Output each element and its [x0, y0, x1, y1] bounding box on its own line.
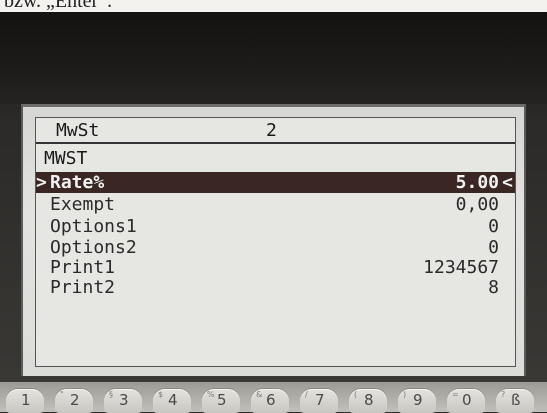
menu-item-value: 5.00: [455, 172, 499, 193]
menu-item-rate[interactable]: > Rate% 5.00 <: [36, 172, 515, 193]
document-caption: bzw. „Enter“.: [4, 0, 113, 12]
key-shift-symbol: (: [354, 390, 358, 399]
key-shift-symbol: &: [256, 390, 263, 399]
key-main-symbol: ß: [511, 391, 521, 409]
menu-item-print1[interactable]: Print1 1234567: [36, 257, 515, 278]
key-main-symbol: 8: [364, 391, 374, 409]
keyboard-row: 1 " 2 § 3 $ 4 % 5 & 6 / 7 ( 8 ) 9 = 0 ? …: [0, 382, 547, 413]
menu-item-print2[interactable]: Print2 8: [36, 277, 515, 298]
key-shift-symbol: ": [60, 390, 64, 399]
lcd-panel: MwSt 2 MWST > Rate% 5.00 < Exempt 0,00 O…: [35, 117, 516, 367]
key-1[interactable]: 1: [6, 389, 44, 413]
key-shift-symbol: %: [207, 390, 215, 399]
menu-label: MwSt: [56, 120, 100, 141]
selection-cursor-right: <: [502, 172, 513, 193]
key-main-symbol: 3: [119, 391, 129, 409]
menu-item-label: Rate%: [50, 172, 105, 193]
key-9[interactable]: ) 9: [398, 389, 436, 413]
menu-item-value: 0: [488, 237, 499, 258]
key-4[interactable]: $ 4: [153, 389, 191, 413]
section-title: MWST: [44, 148, 88, 169]
menu-item-label: Print2: [50, 277, 116, 298]
key-main-symbol: 2: [70, 391, 80, 409]
menu-item-options2[interactable]: Options2 0: [36, 237, 515, 258]
bezel-shadow: [0, 12, 547, 104]
document-caption-strip: bzw. „Enter“.: [0, 0, 547, 12]
key-main-symbol: 4: [168, 391, 178, 409]
selection-cursor-left: >: [36, 172, 47, 193]
menu-item-label: Options2: [50, 237, 137, 258]
key-shift-symbol: $: [158, 390, 164, 399]
key-shift-symbol: ): [403, 390, 407, 399]
menu-item-label: Print1: [50, 257, 116, 278]
menu-header: MwSt 2: [36, 118, 515, 144]
key-main-symbol: 9: [413, 391, 423, 409]
key-main-symbol: 7: [315, 391, 325, 409]
key-shift-symbol: /: [305, 390, 308, 399]
key-shift-symbol: =: [452, 390, 459, 399]
key-5[interactable]: % 5: [202, 389, 240, 413]
key-eszett[interactable]: ? ß: [496, 389, 534, 413]
menu-item-value: 0: [488, 216, 499, 237]
key-0[interactable]: = 0: [447, 389, 485, 413]
key-7[interactable]: / 7: [300, 389, 338, 413]
menu-item-label: Exempt: [50, 194, 116, 215]
key-main-symbol: 0: [462, 391, 472, 409]
menu-item-exempt[interactable]: Exempt 0,00: [36, 194, 515, 215]
key-8[interactable]: ( 8: [349, 389, 387, 413]
key-2[interactable]: " 2: [55, 389, 93, 413]
key-shift-symbol: ?: [501, 390, 506, 399]
key-3[interactable]: § 3: [104, 389, 142, 413]
key-6[interactable]: & 6: [251, 389, 289, 413]
menu-item-value: 8: [488, 277, 499, 298]
key-shift-symbol: §: [109, 390, 113, 399]
key-main-symbol: 6: [266, 391, 276, 409]
key-main-symbol: 5: [217, 391, 227, 409]
key-main-symbol: 1: [21, 391, 31, 409]
menu-item-value: 1234567: [423, 257, 499, 278]
menu-item-options1[interactable]: Options1 0: [36, 216, 515, 237]
menu-item-label: Options1: [50, 216, 137, 237]
menu-item-value: 0,00: [455, 194, 499, 215]
lcd-screen: MwSt 2 MWST > Rate% 5.00 < Exempt 0,00 O…: [21, 104, 526, 376]
menu-number: 2: [266, 120, 277, 141]
